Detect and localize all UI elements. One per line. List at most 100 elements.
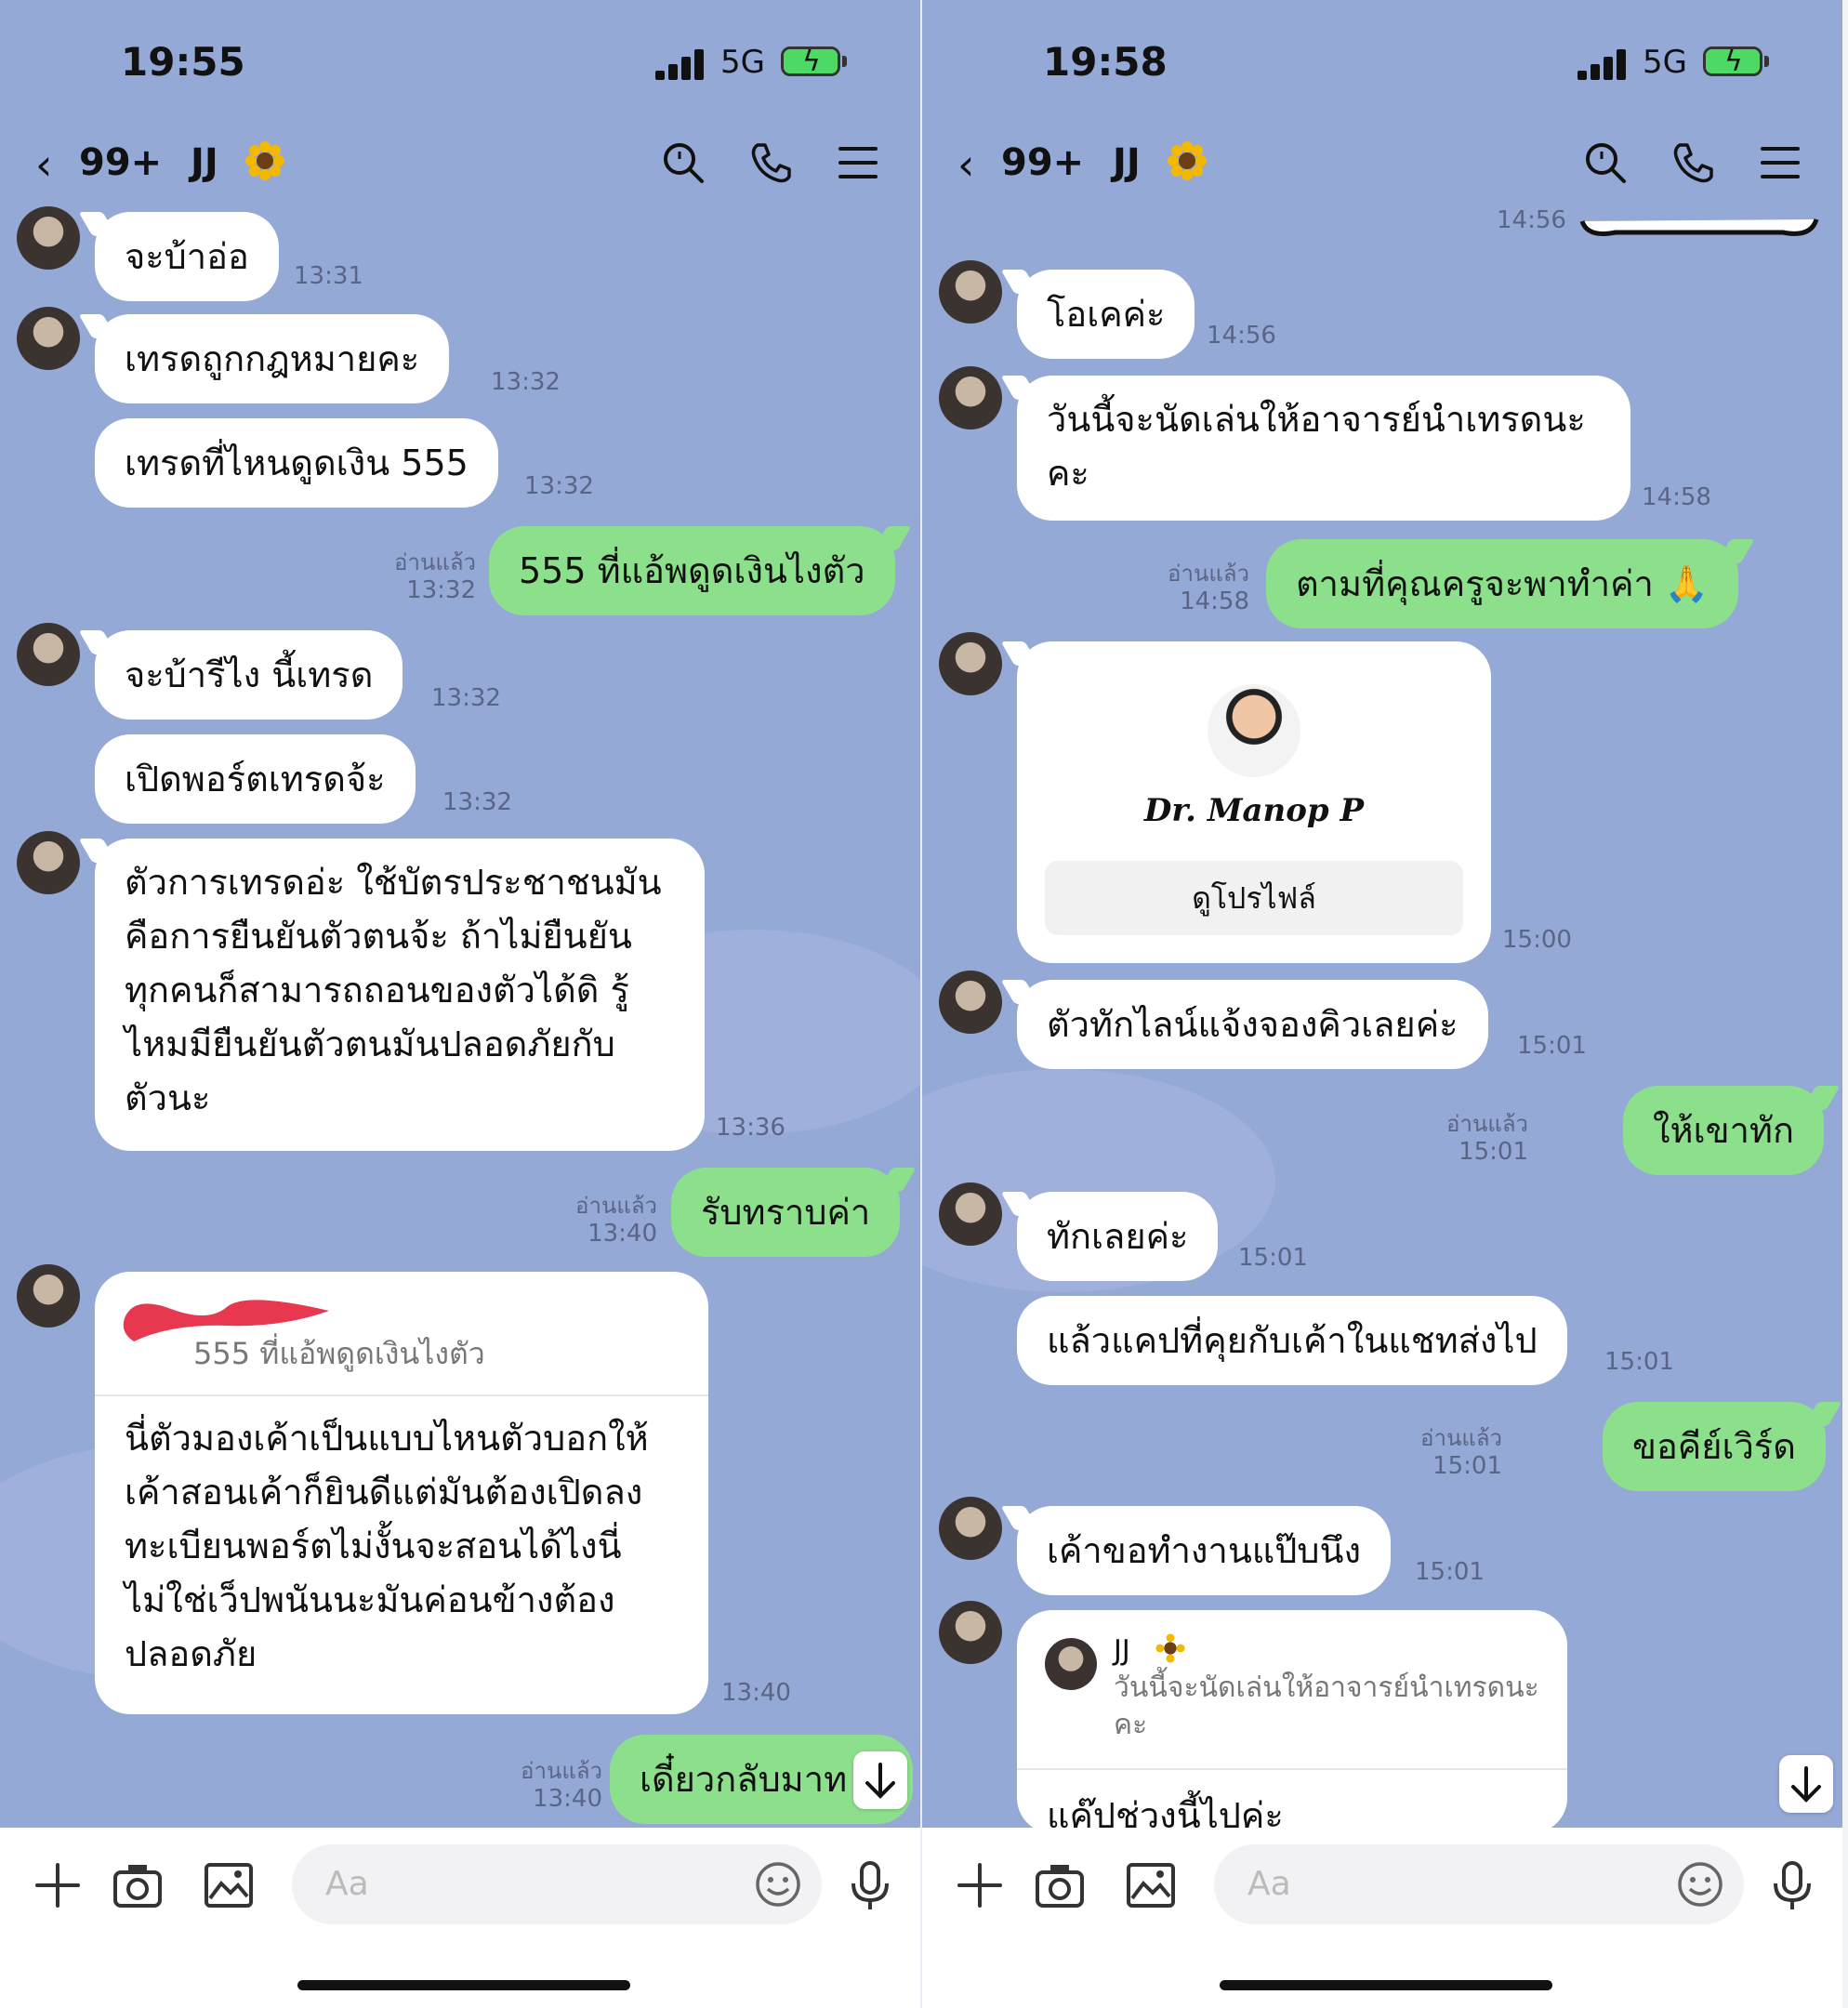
message-time: 14:58: [1642, 483, 1711, 511]
message-time: 13:31: [294, 262, 363, 290]
chat-title[interactable]: JJ: [1113, 141, 1141, 184]
message-bubble[interactable]: ตัวการเทรดอ่ะ ใช้บัตรประชาชนมัน คือการยื…: [95, 839, 705, 1151]
message-bubble[interactable]: เปิดพอร์ตเทรดจ้ะ: [95, 734, 416, 824]
message-composer: Aa: [0, 1828, 920, 2008]
contact-avatar[interactable]: [17, 1264, 80, 1328]
contact-card[interactable]: Dr. Manop P ดูโปรไฟล์: [1017, 641, 1491, 963]
scroll-to-bottom-button[interactable]: [853, 1751, 907, 1809]
sent-message-bubble[interactable]: รับทราบค่า: [671, 1168, 901, 1257]
input-placeholder: Aa: [1247, 1865, 1291, 1903]
arrow-down-icon: [865, 1763, 895, 1799]
quoted-text: วันนี้จะนัดเล่นให้อาจารย์นำเทรดนะ คะ: [1114, 1671, 1539, 1741]
profile-photo: [1208, 684, 1300, 777]
battery-icon: ϟ: [781, 46, 840, 76]
message-bubble[interactable]: เทรดถูกกฎหมายคะ: [95, 314, 450, 403]
unread-count[interactable]: 99+: [1001, 141, 1084, 184]
contact-avatar[interactable]: [939, 1497, 1002, 1560]
home-indicator: [297, 1980, 630, 1990]
battery-icon: ϟ: [1703, 46, 1762, 76]
contact-avatar[interactable]: [939, 260, 1002, 324]
back-button[interactable]: ‹: [35, 139, 52, 190]
message-bubble[interactable]: เทรดที่ไหนดูดเงิน 555: [95, 418, 498, 508]
message-bubble[interactable]: เค้าขอทำงานแป๊บนึง: [1017, 1506, 1392, 1595]
plus-icon[interactable]: [32, 1859, 84, 1911]
signal-icon: [1577, 48, 1630, 80]
emoji-icon[interactable]: [1675, 1859, 1725, 1909]
message-time: 13:32: [491, 368, 561, 396]
contact-avatar[interactable]: [939, 366, 1002, 429]
chat-screen-left: 19:55 5G ϟ ‹ 99+ JJ จะบ้าอ่อ 13:31 เทรดถ…: [0, 0, 920, 2008]
message-input[interactable]: Aa: [292, 1844, 822, 1924]
camera-icon[interactable]: [1034, 1859, 1086, 1911]
quoted-sender: JJ: [1114, 1634, 1130, 1667]
message-bubble[interactable]: โอเคค่ะ: [1017, 270, 1195, 359]
contact-avatar[interactable]: [17, 831, 80, 894]
phone-icon[interactable]: [1670, 139, 1717, 186]
read-receipt: อ่านแล้ว 13:32: [394, 549, 476, 604]
contact-avatar[interactable]: [939, 971, 1002, 1034]
message-bubble[interactable]: ทักเลยค่ะ: [1017, 1192, 1219, 1281]
sent-message-bubble[interactable]: ตามที่คุณครูจะพาทำค่า 🙏: [1266, 539, 1739, 628]
plus-icon[interactable]: [954, 1859, 1006, 1911]
clock: 19:55: [121, 39, 245, 85]
back-button[interactable]: ‹: [957, 139, 974, 190]
message-time: 15:00: [1502, 926, 1572, 954]
chat-title[interactable]: JJ: [191, 141, 218, 184]
home-indicator: [1220, 1980, 1552, 1990]
read-receipt: อ่านแล้ว 14:58: [1168, 561, 1249, 615]
camera-icon[interactable]: [112, 1859, 164, 1911]
signal-icon: [655, 48, 707, 80]
chat-header: ‹ 99+ JJ: [922, 121, 1842, 209]
search-icon[interactable]: [1582, 139, 1629, 186]
message-time: 13:40: [721, 1679, 791, 1707]
network-type: 5G: [720, 44, 765, 81]
image-icon[interactable]: [1125, 1859, 1177, 1911]
message-bubble[interactable]: ตัวทักไลน์แจ้งจองคิวเลยค่ะ: [1017, 980, 1488, 1069]
message-time: 14:56: [1497, 206, 1566, 234]
unread-count[interactable]: 99+: [79, 141, 162, 184]
message-composer: Aa: [922, 1828, 1842, 2008]
reply-message-bubble[interactable]: JJ วันนี้จะนัดเล่นให้อาจารย์นำเทรดนะ คะ …: [1017, 1610, 1567, 1833]
sent-message-bubble[interactable]: ขอคีย์เวิร์ด: [1603, 1402, 1826, 1491]
contact-avatar[interactable]: [17, 206, 80, 270]
contact-avatar[interactable]: [939, 1182, 1002, 1246]
contact-avatar[interactable]: [939, 632, 1002, 695]
message-bubble[interactable]: แล้วแคปที่คุยกับเค้าในแชทส่งไป: [1017, 1296, 1567, 1385]
contact-avatar[interactable]: [17, 623, 80, 686]
phone-icon[interactable]: [748, 139, 795, 186]
scroll-to-bottom-button[interactable]: [1779, 1755, 1833, 1813]
microphone-icon[interactable]: [1766, 1859, 1818, 1911]
message-bubble[interactable]: จะบ้ารีไง นี้เทรด: [95, 630, 403, 720]
sent-message-bubble[interactable]: 555 ที่แอ้พดูดเงินไงตัว: [489, 526, 895, 615]
message-bubble[interactable]: วันนี้จะนัดเล่นให้อาจารย์นำเทรดนะ คะ: [1017, 376, 1630, 521]
read-receipt: อ่านแล้ว 15:01: [1446, 1111, 1528, 1166]
status-bar: 19:55 5G ϟ: [0, 0, 920, 121]
menu-icon[interactable]: [835, 139, 881, 186]
microphone-icon[interactable]: [844, 1859, 896, 1911]
reply-text: นี่ตัวมองเค้าเป็นแบบไหนตัวบอกให้ เค้าสอน…: [125, 1418, 649, 1674]
message-bubble[interactable]: จะบ้าอ่อ: [95, 212, 279, 301]
message-time: 15:01: [1604, 1348, 1674, 1376]
message-time: 15:01: [1238, 1244, 1308, 1272]
search-icon[interactable]: [660, 139, 706, 186]
message-time: 13:32: [524, 472, 594, 500]
message-time: 13:32: [431, 684, 501, 712]
contact-avatar[interactable]: [17, 307, 80, 370]
contact-avatar[interactable]: [939, 1601, 1002, 1664]
emoji-icon[interactable]: [753, 1859, 803, 1909]
quoted-message[interactable]: 555 ที่แอ้พดูดเงินไงตัว: [95, 1272, 708, 1396]
clock: 19:58: [1043, 39, 1168, 85]
sent-message-bubble[interactable]: ให้เขาทัก: [1623, 1086, 1824, 1175]
view-profile-button[interactable]: ดูโปรไฟล์: [1045, 861, 1463, 935]
message-time: 15:01: [1415, 1558, 1485, 1586]
input-placeholder: Aa: [325, 1865, 369, 1903]
sticker[interactable]: [1578, 210, 1820, 242]
quoted-avatar: [1045, 1638, 1097, 1690]
menu-icon[interactable]: [1757, 139, 1803, 186]
reply-message-bubble[interactable]: 555 ที่แอ้พดูดเงินไงตัว นี่ตัวมองเค้าเป็…: [95, 1272, 708, 1714]
battery-tip: [842, 56, 847, 67]
quoted-message[interactable]: JJ วันนี้จะนัดเล่นให้อาจารย์นำเทรดนะ คะ: [1017, 1610, 1567, 1770]
message-input[interactable]: Aa: [1214, 1844, 1744, 1924]
image-icon[interactable]: [203, 1859, 255, 1911]
quoted-text: 555 ที่แอ้พดูดเงินไงตัว: [193, 1336, 485, 1371]
